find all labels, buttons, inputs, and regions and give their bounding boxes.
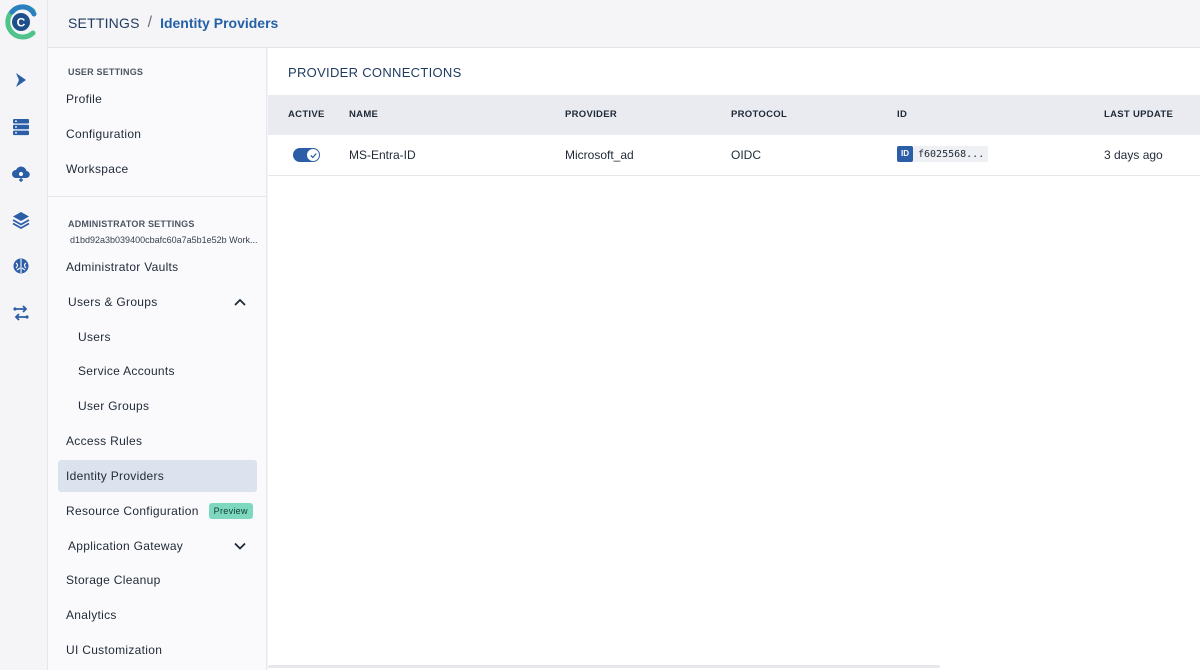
cell-protocol: OIDC: [731, 148, 761, 162]
sidebar-item-user-groups[interactable]: User Groups: [58, 390, 257, 422]
sidebar-item-application-gateway[interactable]: Application Gateway: [58, 530, 257, 562]
sidebar-item-profile[interactable]: Profile: [58, 83, 257, 115]
column-header-last-update[interactable]: LAST UPDATE: [1104, 109, 1173, 120]
column-header-id[interactable]: ID: [897, 109, 907, 120]
chevron-up-icon: [234, 298, 246, 306]
app-logo[interactable]: C: [3, 3, 39, 41]
check-icon: [309, 152, 317, 158]
app-rail: C: [0, 0, 48, 670]
active-toggle[interactable]: [293, 148, 320, 162]
id-chip[interactable]: ID f6025568...: [897, 146, 989, 162]
workspace-id: d1bd92a3b039400cbafc60a7a5b1e52b Work...: [70, 235, 258, 245]
sidebar-item-label: Application Gateway: [68, 539, 184, 553]
preview-badge: Preview: [208, 503, 253, 519]
column-header-active[interactable]: ACTIVE: [288, 109, 325, 120]
cell-id: f6025568...: [918, 148, 985, 160]
top-header: SETTINGS / Identity Providers: [48, 0, 1200, 48]
sidebar-item-service-accounts[interactable]: Service Accounts: [58, 355, 257, 387]
sidebar-item-label: Resource Configuration: [66, 504, 199, 518]
logo-letter: C: [17, 16, 26, 30]
horizontal-scrollbar[interactable]: [268, 665, 940, 668]
chevron-down-icon: [234, 542, 246, 550]
page-title: PROVIDER CONNECTIONS: [288, 65, 462, 80]
settings-sidebar: USER SETTINGS Profile Configuration Work…: [48, 48, 267, 670]
cloud-settings-icon[interactable]: [10, 162, 32, 184]
breadcrumb-settings[interactable]: SETTINGS: [68, 15, 140, 31]
column-header-protocol[interactable]: PROTOCOL: [731, 109, 787, 120]
cell-name: MS-Entra-ID: [349, 148, 416, 162]
sidebar-item-workspace[interactable]: Workspace: [58, 153, 257, 185]
server-icon[interactable]: [10, 116, 32, 138]
sidebar-item-analytics[interactable]: Analytics: [58, 599, 257, 631]
sidebar-item-access-rules[interactable]: Access Rules: [58, 425, 257, 457]
sidebar-divider: [48, 196, 267, 197]
column-header-name[interactable]: NAME: [349, 109, 378, 120]
sidebar-item-storage-cleanup[interactable]: Storage Cleanup: [58, 564, 257, 596]
sidebar-item-identity-providers[interactable]: Identity Providers: [58, 460, 257, 492]
sidebar-item-users-groups[interactable]: Users & Groups: [58, 286, 257, 318]
transfer-icon[interactable]: [10, 302, 32, 324]
cell-last-update: 3 days ago: [1104, 148, 1163, 162]
column-header-provider[interactable]: PROVIDER: [565, 109, 617, 120]
admin-settings-label: ADMINISTRATOR SETTINGS: [68, 219, 195, 229]
brain-icon[interactable]: [10, 255, 32, 277]
user-settings-label: USER SETTINGS: [68, 67, 144, 77]
id-tag: ID: [897, 146, 913, 162]
table-row[interactable]: MS-Entra-ID Microsoft_ad OIDC ID f602556…: [268, 135, 1200, 176]
main-content: PROVIDER CONNECTIONS ACTIVE NAME PROVIDE…: [268, 48, 1200, 670]
sidebar-item-label: Users & Groups: [68, 295, 158, 309]
sidebar-item-configuration[interactable]: Configuration: [58, 118, 257, 150]
table-header: ACTIVE NAME PROVIDER PROTOCOL ID LAST UP…: [268, 95, 1200, 135]
sidebar-item-users[interactable]: Users: [58, 321, 257, 353]
toggle-knob: [307, 149, 319, 161]
cell-provider: Microsoft_ad: [565, 148, 634, 162]
chevron-right-icon[interactable]: [10, 69, 32, 91]
breadcrumb: SETTINGS / Identity Providers: [68, 14, 278, 32]
sidebar-item-ui-customization[interactable]: UI Customization: [58, 634, 257, 666]
sidebar-item-resource-configuration[interactable]: Resource Configuration Preview: [58, 495, 257, 527]
layers-icon[interactable]: [10, 209, 32, 231]
breadcrumb-current: Identity Providers: [160, 15, 279, 31]
breadcrumb-separator: /: [147, 14, 153, 31]
sidebar-item-administrator-vaults[interactable]: Administrator Vaults: [58, 251, 257, 283]
